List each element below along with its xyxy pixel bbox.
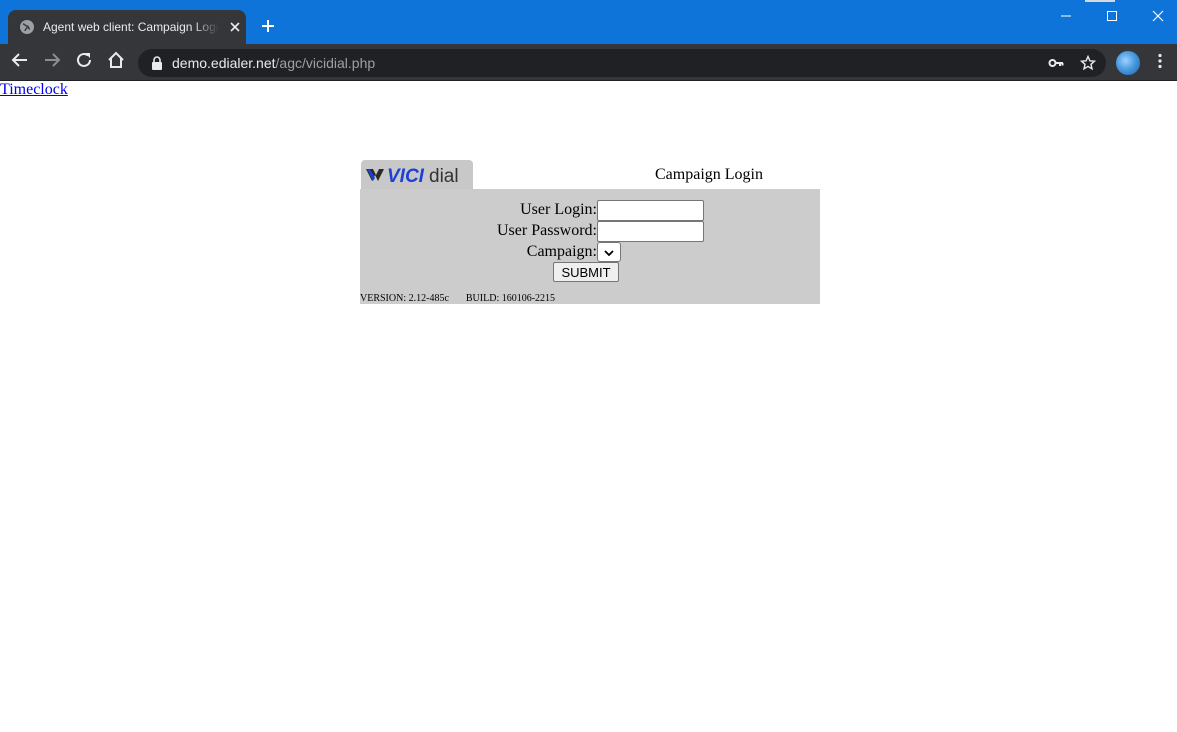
lock-icon[interactable] xyxy=(150,56,164,70)
globe-icon xyxy=(19,19,35,35)
maximize-button[interactable] xyxy=(1089,0,1135,32)
user-password-row: User Password: xyxy=(360,221,820,242)
home-button[interactable] xyxy=(104,50,128,74)
campaign-select[interactable] xyxy=(597,242,621,262)
close-icon[interactable] xyxy=(227,19,243,35)
reload-icon xyxy=(75,51,93,74)
login-title: Campaign Login xyxy=(655,166,763,183)
user-login-row: User Login: xyxy=(360,200,820,221)
submit-button[interactable]: SUBMIT xyxy=(553,262,619,282)
version-text: VERSION: 2.12-485c xyxy=(360,293,449,304)
browser-menu-button[interactable] xyxy=(1150,51,1170,75)
page-content: Timeclock VICI dial Campaign Login User … xyxy=(0,81,1177,732)
key-icon[interactable] xyxy=(1048,55,1064,71)
user-login-input[interactable] xyxy=(597,200,704,221)
back-arrow-icon xyxy=(11,51,29,74)
chevron-down-icon xyxy=(604,243,614,261)
forward-button[interactable] xyxy=(40,50,64,74)
login-form: User Login: User Password: Campaign: SUB… xyxy=(360,189,820,304)
campaign-label: Campaign: xyxy=(526,243,597,260)
logo-text-dial: dial xyxy=(429,166,459,187)
url-text[interactable]: demo.edialer.net/agc/vicidial.php xyxy=(172,55,375,71)
vicidial-logo: VICI dial xyxy=(361,160,473,189)
forward-arrow-icon xyxy=(43,51,61,74)
back-button[interactable] xyxy=(8,50,32,74)
plus-icon xyxy=(261,19,275,38)
address-bar[interactable]: demo.edialer.net/agc/vicidial.php xyxy=(138,49,1106,77)
new-tab-button[interactable] xyxy=(256,16,280,40)
browser-titlebar: Agent web client: Campaign Login xyxy=(0,0,1177,44)
timeclock-link[interactable]: Timeclock xyxy=(0,81,68,99)
campaign-login-table: VICI dial Campaign Login User Login: Use… xyxy=(360,159,820,304)
url-path: /agc/vicidial.php xyxy=(275,55,376,71)
url-host: demo.edialer.net xyxy=(172,55,276,71)
tab-title: Agent web client: Campaign Login xyxy=(43,20,219,34)
logo-text-vici: VICI xyxy=(387,166,425,187)
version-info: VERSION: 2.12-485c BUILD: 160106-2215 xyxy=(360,293,555,304)
kebab-menu-icon xyxy=(1158,53,1162,74)
reload-button[interactable] xyxy=(72,50,96,74)
browser-toolbar: demo.edialer.net/agc/vicidial.php xyxy=(0,44,1177,81)
login-header: VICI dial Campaign Login xyxy=(360,159,820,189)
window-close-button[interactable] xyxy=(1135,0,1177,32)
campaign-row: Campaign: xyxy=(360,242,820,263)
user-password-input[interactable] xyxy=(597,221,704,242)
star-icon[interactable] xyxy=(1080,55,1096,71)
minimize-button[interactable] xyxy=(1043,0,1089,32)
active-tab[interactable]: Agent web client: Campaign Login xyxy=(8,10,246,44)
user-login-label: User Login: xyxy=(520,201,597,218)
build-text: BUILD: 160106-2215 xyxy=(465,293,556,304)
home-icon xyxy=(107,51,125,74)
user-password-label: User Password: xyxy=(497,222,597,239)
profile-avatar[interactable] xyxy=(1116,51,1140,75)
